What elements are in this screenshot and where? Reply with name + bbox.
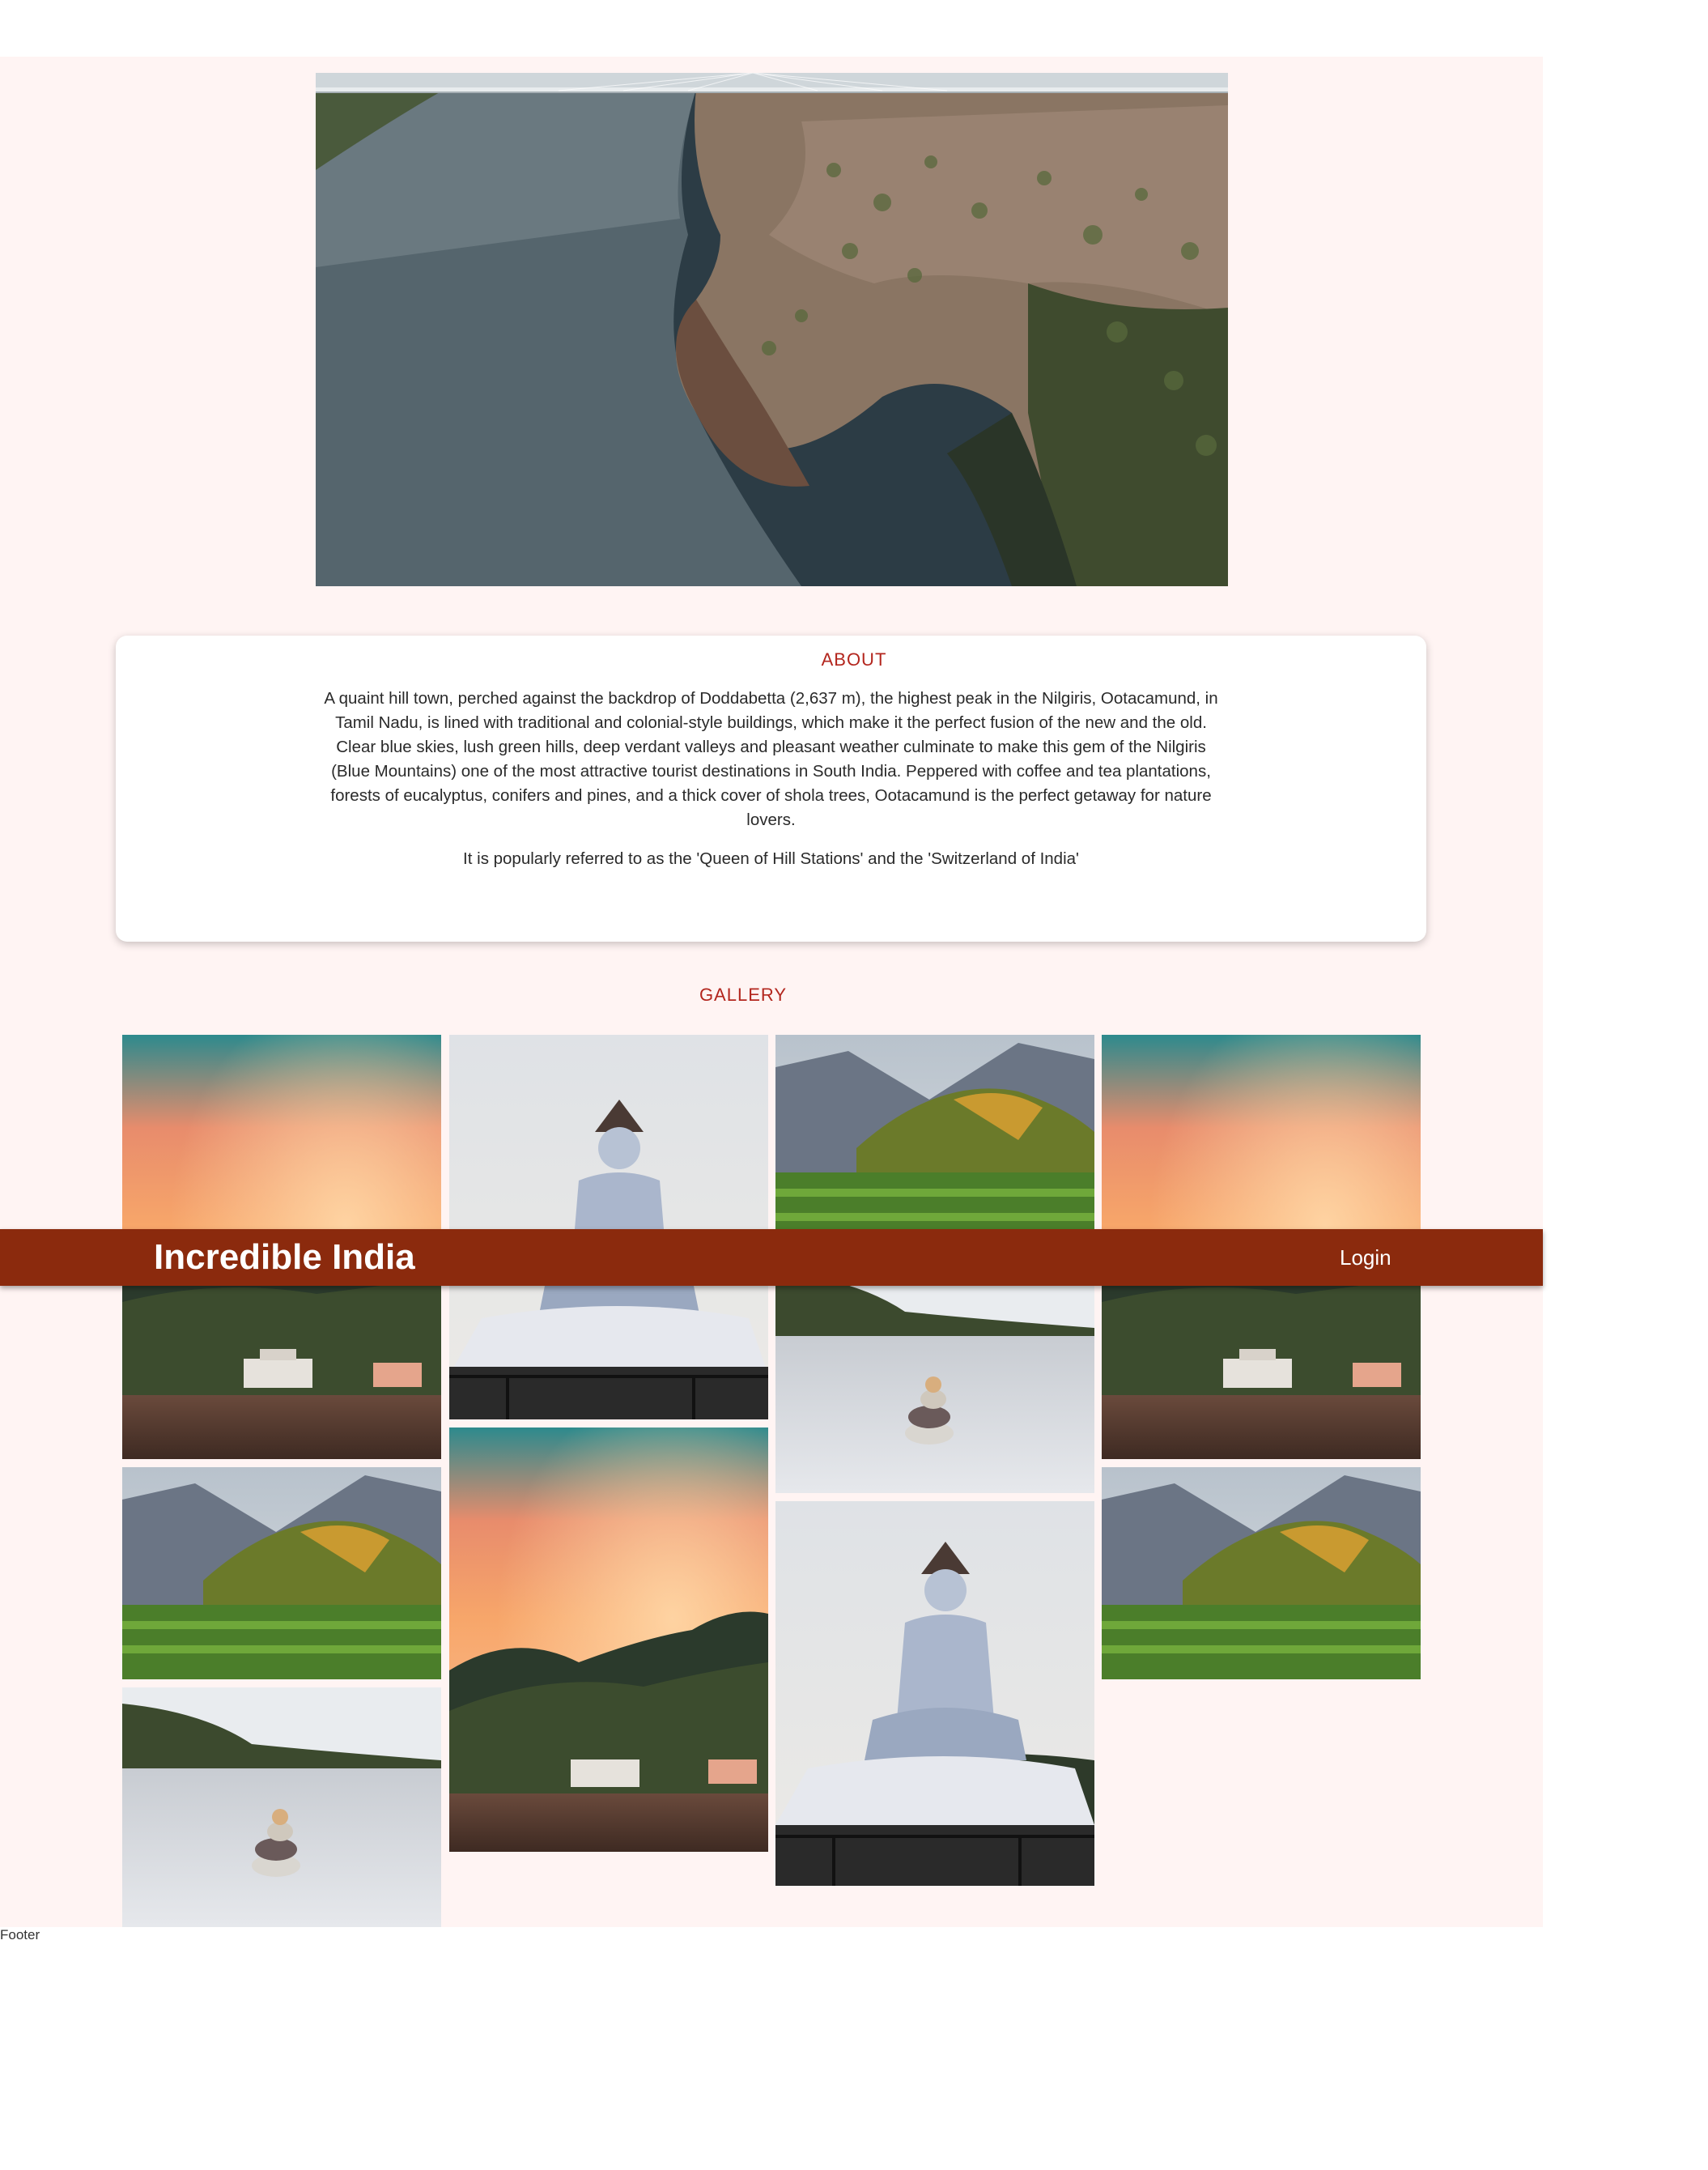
hero-image <box>316 73 1228 586</box>
brand-logo-text[interactable]: Incredible India <box>154 1236 415 1279</box>
gallery-heading: GALLERY <box>699 985 788 1005</box>
gallery-image-sunset-hotel[interactable] <box>449 1428 768 1852</box>
gallery-image-shiva-statue[interactable] <box>775 1501 1094 1886</box>
gallery-image-mountain-valley[interactable] <box>122 1467 441 1679</box>
footer: Footer <box>0 1927 40 1942</box>
gallery-image-stacked-stones[interactable] <box>775 1255 1094 1493</box>
about-paragraph-2: It is popularly referred to as the 'Quee… <box>463 849 1079 868</box>
about-heading: ABOUT <box>821 649 887 670</box>
login-link[interactable]: Login <box>1340 1244 1391 1271</box>
gallery-image-mountain-valley[interactable] <box>1102 1467 1421 1679</box>
gorge-photo-illustration <box>316 73 1228 586</box>
gallery-image-shiva-statue[interactable] <box>449 1035 768 1419</box>
gallery-image-stacked-stones[interactable] <box>122 1687 441 1927</box>
about-paragraph-1: A quaint hill town, perched against the … <box>324 689 1218 829</box>
gallery-image-mountain-valley[interactable] <box>775 1035 1094 1247</box>
about-body: A quaint hill town, perched against the … <box>324 687 1218 886</box>
navbar: Incredible India Login <box>0 1229 1543 1286</box>
